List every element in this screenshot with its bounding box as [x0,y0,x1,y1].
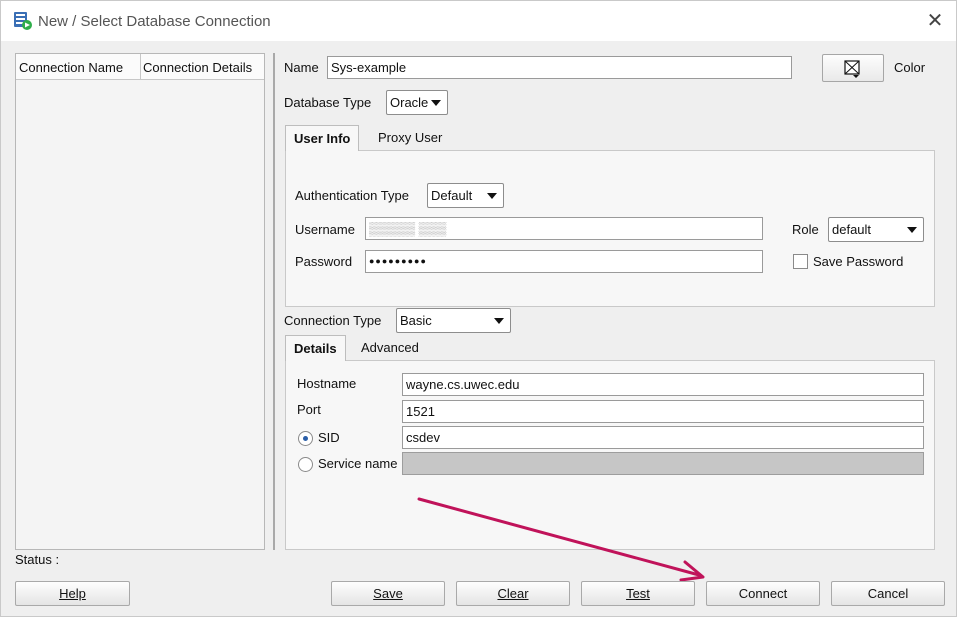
panel-splitter[interactable] [273,53,275,550]
column-separator[interactable] [140,54,141,80]
database-connection-icon [14,12,32,30]
cancel-button-label: Cancel [867,586,909,601]
save-button[interactable]: Save [331,581,445,606]
tab-advanced[interactable]: Advanced [353,335,427,361]
cancel-button[interactable]: Cancel [831,581,945,606]
sid-radio[interactable] [298,431,313,446]
help-button[interactable]: Help [15,581,130,606]
tab-proxy-user-label: Proxy User [378,130,443,145]
database-type-select[interactable]: Oracle [386,90,448,115]
authentication-type-select[interactable]: Default [427,183,504,208]
close-button[interactable]: ✕ [922,8,948,34]
connect-button-label: Connect [738,586,788,601]
window-title: New / Select Database Connection [38,13,271,30]
title-bar: New / Select Database Connection ✕ [1,1,956,41]
chevron-down-icon [494,318,504,324]
color-label: Color [894,60,926,75]
name-label: Name [284,60,319,75]
chevron-down-icon [487,193,497,199]
sid-input[interactable]: csdev [402,426,924,449]
port-input[interactable]: 1521 [402,400,924,423]
hostname-input[interactable]: wayne.cs.uwec.edu [402,373,924,396]
test-button-label: Test [626,586,650,601]
tab-details[interactable]: Details [285,335,346,361]
password-input[interactable]: ●●●●●●●●● [365,250,763,273]
database-type-value: Oracle [390,95,429,110]
column-connection-details[interactable]: Connection Details [143,60,252,75]
database-type-label: Database Type [284,95,372,110]
chevron-down-icon [431,100,441,106]
connection-list-header: Connection Name Connection Details [16,54,264,80]
color-picker-icon [844,60,860,78]
role-label: Role [792,222,819,237]
port-label: Port [297,402,321,417]
tab-user-info[interactable]: User Info [285,125,360,151]
hostname-label: Hostname [297,376,357,391]
dialog-window: New / Select Database Connection ✕ Conne… [0,0,957,617]
connection-list[interactable]: Connection Name Connection Details [15,53,265,550]
save-password-checkbox[interactable] [793,254,808,269]
username-label: Username [295,222,355,237]
connection-type-select[interactable]: Basic [396,308,511,333]
column-connection-name[interactable]: Connection Name [19,60,123,75]
test-button[interactable]: Test [581,581,695,606]
connect-button[interactable]: Connect [706,581,820,606]
clear-button[interactable]: Clear [456,581,570,606]
connection-type-value: Basic [400,313,432,328]
tab-user-info-label: User Info [294,131,351,146]
save-password-label[interactable]: Save Password [813,254,903,269]
sid-label[interactable]: SID [318,430,340,445]
password-label: Password [295,254,353,269]
role-select[interactable]: default [828,217,924,242]
connection-name-input[interactable]: Sys-example [327,56,792,79]
help-button-label: Help [59,586,86,601]
color-button[interactable] [822,54,884,82]
authentication-type-label: Authentication Type [295,188,409,203]
authentication-type-value: Default [431,188,473,203]
clear-button-label: Clear [497,586,529,601]
tab-details-label: Details [294,341,337,356]
service-name-input [402,452,924,475]
close-icon: ✕ [926,10,944,32]
tab-proxy-user[interactable]: Proxy User [370,125,450,151]
username-input[interactable]: ▒▒▒▒▒ ▒▒▒ [365,217,763,240]
role-value: default [832,222,872,237]
tab-advanced-label: Advanced [361,340,419,355]
status-label: Status : [15,552,60,567]
annotation-arrow-icon [417,497,705,582]
service-name-radio[interactable] [298,457,313,472]
service-name-label[interactable]: Service name [318,456,397,471]
chevron-down-icon [907,227,917,233]
connection-type-label: Connection Type [284,313,382,328]
save-button-label: Save [373,586,403,601]
